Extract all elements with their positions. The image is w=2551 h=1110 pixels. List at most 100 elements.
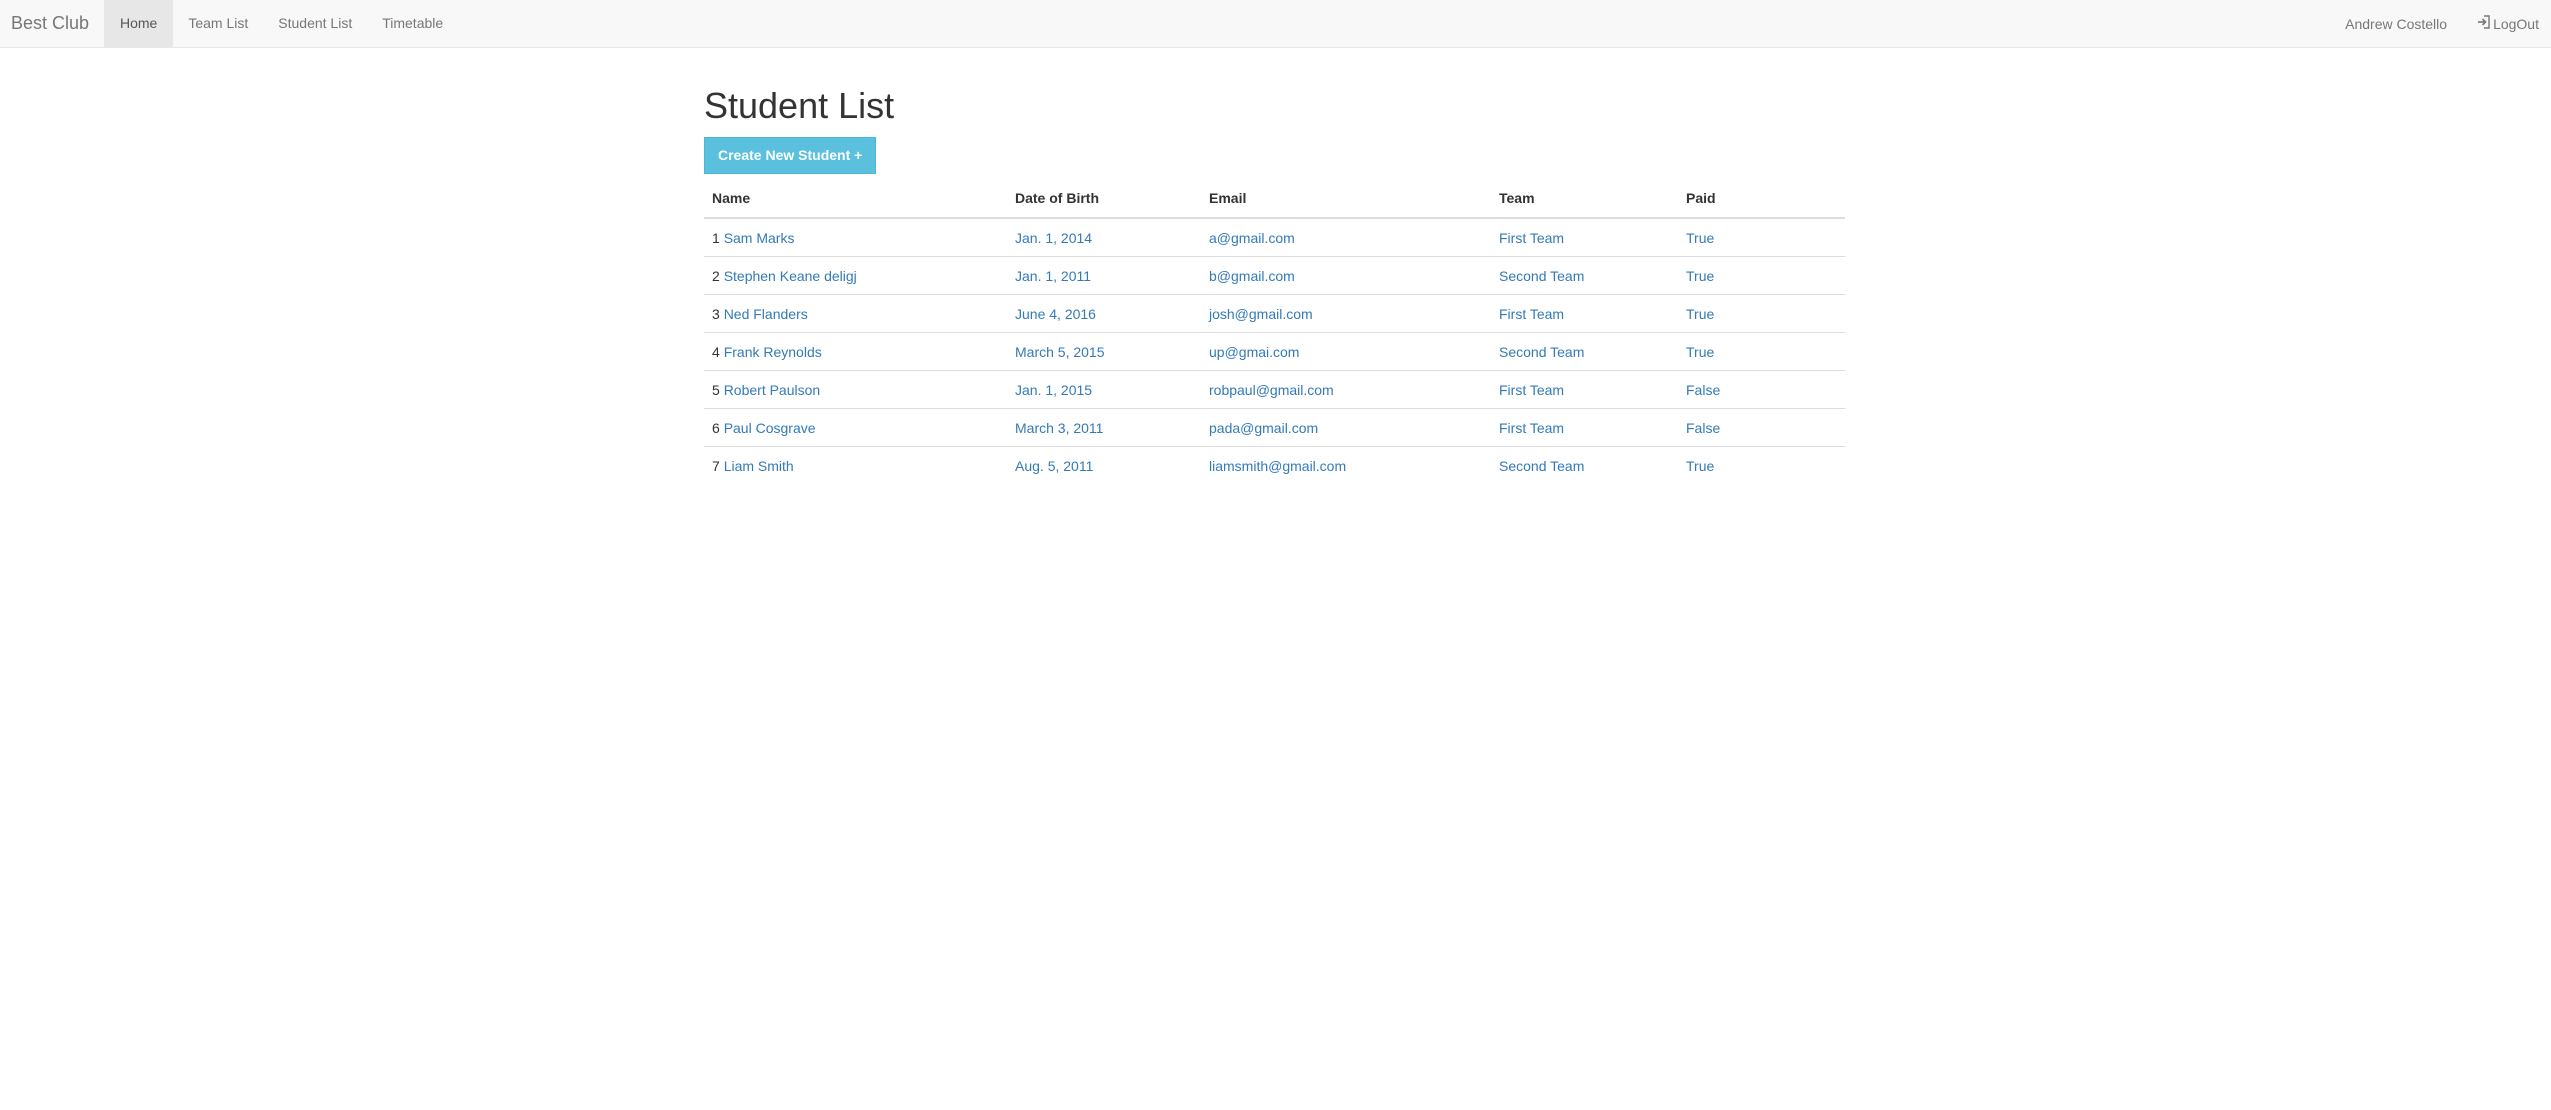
row-index: 1 [712, 229, 720, 246]
student-dob-link[interactable]: March 5, 2015 [1015, 344, 1105, 360]
create-new-student-button[interactable]: Create New Student + [704, 137, 877, 174]
team-cell: Second Team [1491, 332, 1678, 371]
student-team-link[interactable]: Second Team [1499, 458, 1584, 474]
team-cell: First Team [1491, 370, 1678, 409]
nav-item-team-list[interactable]: Team List [173, 0, 263, 47]
student-dob-link[interactable]: Jan. 1, 2011 [1015, 268, 1091, 284]
row-index: 4 [712, 343, 720, 360]
student-name-link[interactable]: Ned Flanders [724, 306, 808, 322]
table-row: 6 Paul Cosgrave March 3, 2011 pada@gmail… [704, 408, 1845, 447]
name-cell: 1 Sam Marks [704, 218, 1007, 257]
header-email: Email [1201, 179, 1491, 219]
student-team-link[interactable]: First Team [1499, 382, 1564, 398]
student-email-link[interactable]: robpaul@gmail.com [1209, 382, 1334, 398]
table-header-row: Name Date of Birth Email Team Paid [704, 179, 1845, 219]
nav-item-student-list[interactable]: Student List [263, 0, 367, 47]
student-dob-link[interactable]: March 3, 2011 [1015, 420, 1103, 436]
team-cell: Second Team [1491, 256, 1678, 295]
student-dob-link[interactable]: Aug. 5, 2011 [1015, 458, 1093, 474]
student-name-link[interactable]: Liam Smith [724, 458, 794, 474]
student-name-link[interactable]: Paul Cosgrave [724, 420, 816, 436]
team-cell: First Team [1491, 408, 1678, 447]
student-name-link[interactable]: Stephen Keane deligj [724, 268, 857, 284]
row-index: 5 [712, 381, 720, 398]
team-cell: First Team [1491, 294, 1678, 333]
student-name-link[interactable]: Robert Paulson [724, 382, 821, 398]
student-table: Name Date of Birth Email Team Paid 1 Sam… [704, 179, 1845, 484]
paid-cell: True [1678, 294, 1845, 333]
nav-right: Andrew Costello LogOut [2345, 0, 2539, 48]
student-paid-link[interactable]: False [1686, 382, 1720, 398]
student-paid-link[interactable]: True [1686, 230, 1714, 246]
header-team: Team [1491, 179, 1678, 219]
brand-link[interactable]: Best Club [11, 0, 89, 48]
student-paid-link[interactable]: True [1686, 268, 1714, 284]
paid-cell: False [1678, 408, 1845, 447]
student-team-link[interactable]: First Team [1499, 306, 1564, 322]
name-cell: 6 Paul Cosgrave [704, 408, 1007, 447]
student-team-link[interactable]: Second Team [1499, 344, 1584, 360]
email-cell: liamsmith@gmail.com [1201, 446, 1491, 484]
student-email-link[interactable]: b@gmail.com [1209, 268, 1295, 284]
table-row: 4 Frank Reynolds March 5, 2015 up@gmai.c… [704, 332, 1845, 371]
team-cell: First Team [1491, 218, 1678, 257]
dob-cell: Jan. 1, 2014 [1007, 218, 1201, 257]
logout-link[interactable]: LogOut [2477, 1, 2539, 47]
logout-label: LogOut [2493, 16, 2539, 32]
table-row: 3 Ned Flanders June 4, 2016 josh@gmail.c… [704, 294, 1845, 333]
dob-cell: March 3, 2011 [1007, 408, 1201, 447]
header-date-of-birth: Date of Birth [1007, 179, 1201, 219]
row-index: 7 [712, 457, 720, 474]
dob-cell: Aug. 5, 2011 [1007, 446, 1201, 484]
name-cell: 3 Ned Flanders [704, 294, 1007, 333]
email-cell: robpaul@gmail.com [1201, 370, 1491, 409]
table-row: 7 Liam Smith Aug. 5, 2011 liamsmith@gmai… [704, 446, 1845, 484]
header-name: Name [704, 179, 1007, 219]
name-cell: 4 Frank Reynolds [704, 332, 1007, 371]
table-row: 2 Stephen Keane deligj Jan. 1, 2011 b@gm… [704, 256, 1845, 295]
student-paid-link[interactable]: False [1686, 420, 1720, 436]
name-cell: 7 Liam Smith [704, 446, 1007, 484]
name-cell: 2 Stephen Keane deligj [704, 256, 1007, 295]
student-dob-link[interactable]: Jan. 1, 2015 [1015, 382, 1092, 398]
student-paid-link[interactable]: True [1686, 344, 1714, 360]
student-team-link[interactable]: First Team [1499, 420, 1564, 436]
dob-cell: March 5, 2015 [1007, 332, 1201, 371]
page-title: Student List [704, 85, 895, 126]
paid-cell: False [1678, 370, 1845, 409]
student-email-link[interactable]: a@gmail.com [1209, 230, 1295, 246]
nav-item-home[interactable]: Home [104, 0, 174, 47]
user-name[interactable]: Andrew Costello [2345, 1, 2447, 47]
student-name-link[interactable]: Sam Marks [724, 230, 795, 246]
team-cell: Second Team [1491, 446, 1678, 484]
nav-item-timetable[interactable]: Timetable [367, 0, 458, 47]
email-cell: b@gmail.com [1201, 256, 1491, 295]
student-dob-link[interactable]: June 4, 2016 [1015, 306, 1096, 322]
paid-cell: True [1678, 332, 1845, 371]
dob-cell: June 4, 2016 [1007, 294, 1201, 333]
name-cell: 5 Robert Paulson [704, 370, 1007, 409]
header-paid: Paid [1678, 179, 1845, 219]
student-email-link[interactable]: up@gmai.com [1209, 344, 1299, 360]
row-index: 3 [712, 305, 720, 322]
paid-cell: True [1678, 446, 1845, 484]
student-email-link[interactable]: josh@gmail.com [1209, 306, 1313, 322]
email-cell: josh@gmail.com [1201, 294, 1491, 333]
row-index: 2 [712, 267, 720, 284]
student-name-link[interactable]: Frank Reynolds [724, 344, 822, 360]
student-dob-link[interactable]: Jan. 1, 2014 [1015, 230, 1092, 246]
student-email-link[interactable]: pada@gmail.com [1209, 420, 1318, 436]
email-cell: a@gmail.com [1201, 218, 1491, 257]
paid-cell: True [1678, 218, 1845, 257]
student-email-link[interactable]: liamsmith@gmail.com [1209, 458, 1346, 474]
log-in-icon [2477, 1, 2493, 47]
student-paid-link[interactable]: True [1686, 458, 1714, 474]
student-paid-link[interactable]: True [1686, 306, 1714, 322]
student-team-link[interactable]: First Team [1499, 230, 1564, 246]
main-nav: Home Team List Student List Timetable [104, 0, 458, 48]
dob-cell: Jan. 1, 2011 [1007, 256, 1201, 295]
student-team-link[interactable]: Second Team [1499, 268, 1584, 284]
email-cell: pada@gmail.com [1201, 408, 1491, 447]
top-navbar: Best Club Home Team List Student List Ti… [0, 0, 2551, 48]
table-row: 1 Sam Marks Jan. 1, 2014 a@gmail.com Fir… [704, 218, 1845, 257]
